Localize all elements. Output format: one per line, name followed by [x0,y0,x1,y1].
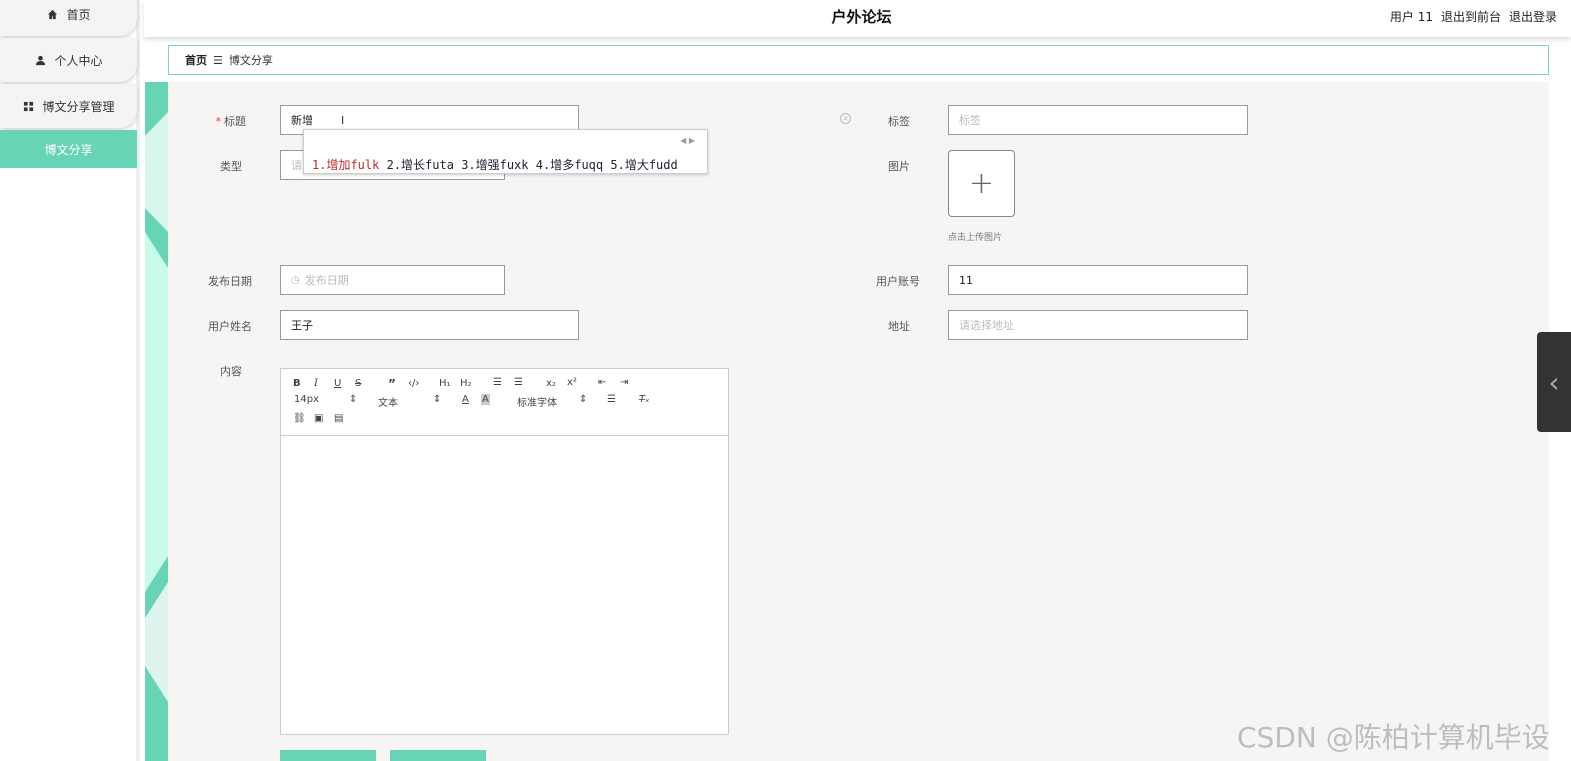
chevron-updown-icon: ⇕ [579,394,588,405]
image-icon[interactable]: ▣ [314,413,323,424]
type-label: 类型 [220,160,242,173]
quote-icon[interactable]: ” [388,377,396,391]
align-icon[interactable]: ☰ [607,394,616,405]
upload-plus-button[interactable]: + [948,150,1015,217]
home-icon [46,8,58,20]
address-label: 地址 [888,320,910,333]
sidebar-item-label: 博文分享管理 [42,99,115,114]
breadcrumb-separator-icon: ☰ [213,53,223,67]
italic-icon[interactable]: I [314,378,318,389]
breadcrumb-home[interactable]: 首页 [185,52,207,68]
ime-page-arrows-icon[interactable]: ◀ ▶ [680,136,695,145]
strike-icon[interactable]: S [355,378,361,389]
date-label: 发布日期 [208,275,252,288]
plus-icon: + [968,166,995,201]
bullet-list-icon[interactable]: ☰ [514,377,523,388]
sidebar-item-label: 个人中心 [54,53,103,68]
cancel-button[interactable] [390,750,486,761]
clock-icon: ◷ [291,274,300,286]
subscript-icon[interactable]: x₂ [546,378,556,389]
ime-candidate[interactable]: 1.增加fulk [312,158,379,172]
font-family-select[interactable]: 标准字体 [517,394,557,409]
app-title: 户外论坛 [831,8,892,26]
bold-icon[interactable]: B [293,378,301,389]
user-icon [34,54,46,66]
underline-icon[interactable]: U [334,378,341,389]
date-picker[interactable]: ◷ 发布日期 [280,265,505,295]
address-select[interactable]: 请选择地址 [948,310,1248,340]
heading1-icon[interactable]: H₁ [439,378,451,389]
name-label: 用户姓名 [208,320,252,333]
link-icon[interactable]: ⛓ [293,413,306,424]
chevron-left-icon: ‹ [1548,365,1560,399]
font-color-icon[interactable]: A [462,394,469,405]
title-label: * 标题 [215,115,247,128]
back-to-front-link[interactable]: 退出到前台 [1441,8,1501,25]
sidebar-item-label: 首页 [66,7,91,22]
superscript-icon[interactable]: x² [567,377,577,388]
logout-link[interactable]: 退出登录 [1509,8,1557,25]
image-label: 图片 [888,160,910,173]
ime-candidate-popup[interactable]: ◀ ▶ 1.增加fulk 2.增长futa 3.增强fuxk 4.增多fuqq … [303,129,708,174]
indent-increase-icon[interactable]: ⇥ [620,377,628,388]
clear-format-icon[interactable]: T̶ₓ [639,394,650,405]
ime-candidate[interactable]: 3.增强fuxk [461,158,528,172]
tags-input[interactable]: 标签 [948,105,1248,135]
sidebar-item-home[interactable]: 首页 [0,0,137,36]
name-input[interactable]: 王子 [280,310,579,340]
editor-content-area[interactable] [281,436,728,734]
sidebar-item-label: 博文分享 [44,142,93,157]
code-icon[interactable]: ‹/› [408,378,419,389]
user-label: 用户 11 [1389,10,1433,24]
sidebar-item-blog-share[interactable]: 博文分享 [0,130,137,168]
paragraph-select[interactable]: 文本 [378,394,398,409]
background-color-icon[interactable]: A [481,394,490,405]
breadcrumb: 首页 ☰ 博文分享 [168,45,1549,75]
account-input[interactable]: 11 [948,265,1248,295]
chevron-updown-icon: ⇕ [433,394,442,405]
side-panel-toggle[interactable]: ‹ [1537,332,1571,432]
ordered-list-icon[interactable]: ☰ [493,377,502,388]
tags-label: 标签 [888,115,910,128]
sidebar-item-blog-manage[interactable]: 博文分享管理 [0,84,137,128]
ime-candidate[interactable]: 5.增大fudd [610,158,677,172]
chevron-updown-icon: ⇕ [349,394,358,405]
editor-toolbar: B I U S ” ‹/› H₁ H₂ ☰ ☰ x₂ x² ⇤ ⇥ 14px ⇕… [281,369,728,436]
upload-hint: 点击上传图片 [948,233,1003,243]
ime-candidate[interactable]: 4.增多fuqq [536,158,603,172]
video-icon[interactable]: ▤ [334,413,343,424]
account-label: 用户账号 [876,275,920,288]
top-header: 户外论坛 用户 11 退出到前台 退出登录 [144,0,1571,37]
sidebar: 首页 个人中心 博文分享管理 博文分享 [0,0,140,761]
watermark: CSDN @陈柏计算机毕设 [1237,721,1550,754]
rich-text-editor: B I U S ” ‹/› H₁ H₂ ☰ ☰ x₂ x² ⇤ ⇥ 14px ⇕… [280,368,729,735]
sidebar-item-profile[interactable]: 个人中心 [0,38,137,82]
font-size-select[interactable]: 14px [294,394,319,405]
heading2-icon[interactable]: H₂ [460,378,472,389]
decorative-strip [145,82,168,761]
submit-button[interactable] [280,750,376,761]
indent-decrease-icon[interactable]: ⇤ [598,377,606,388]
breadcrumb-current: 博文分享 [228,54,273,67]
ime-candidate[interactable]: 2.增长futa [387,158,454,172]
content-label: 内容 [220,365,242,378]
grid-icon [22,100,34,112]
